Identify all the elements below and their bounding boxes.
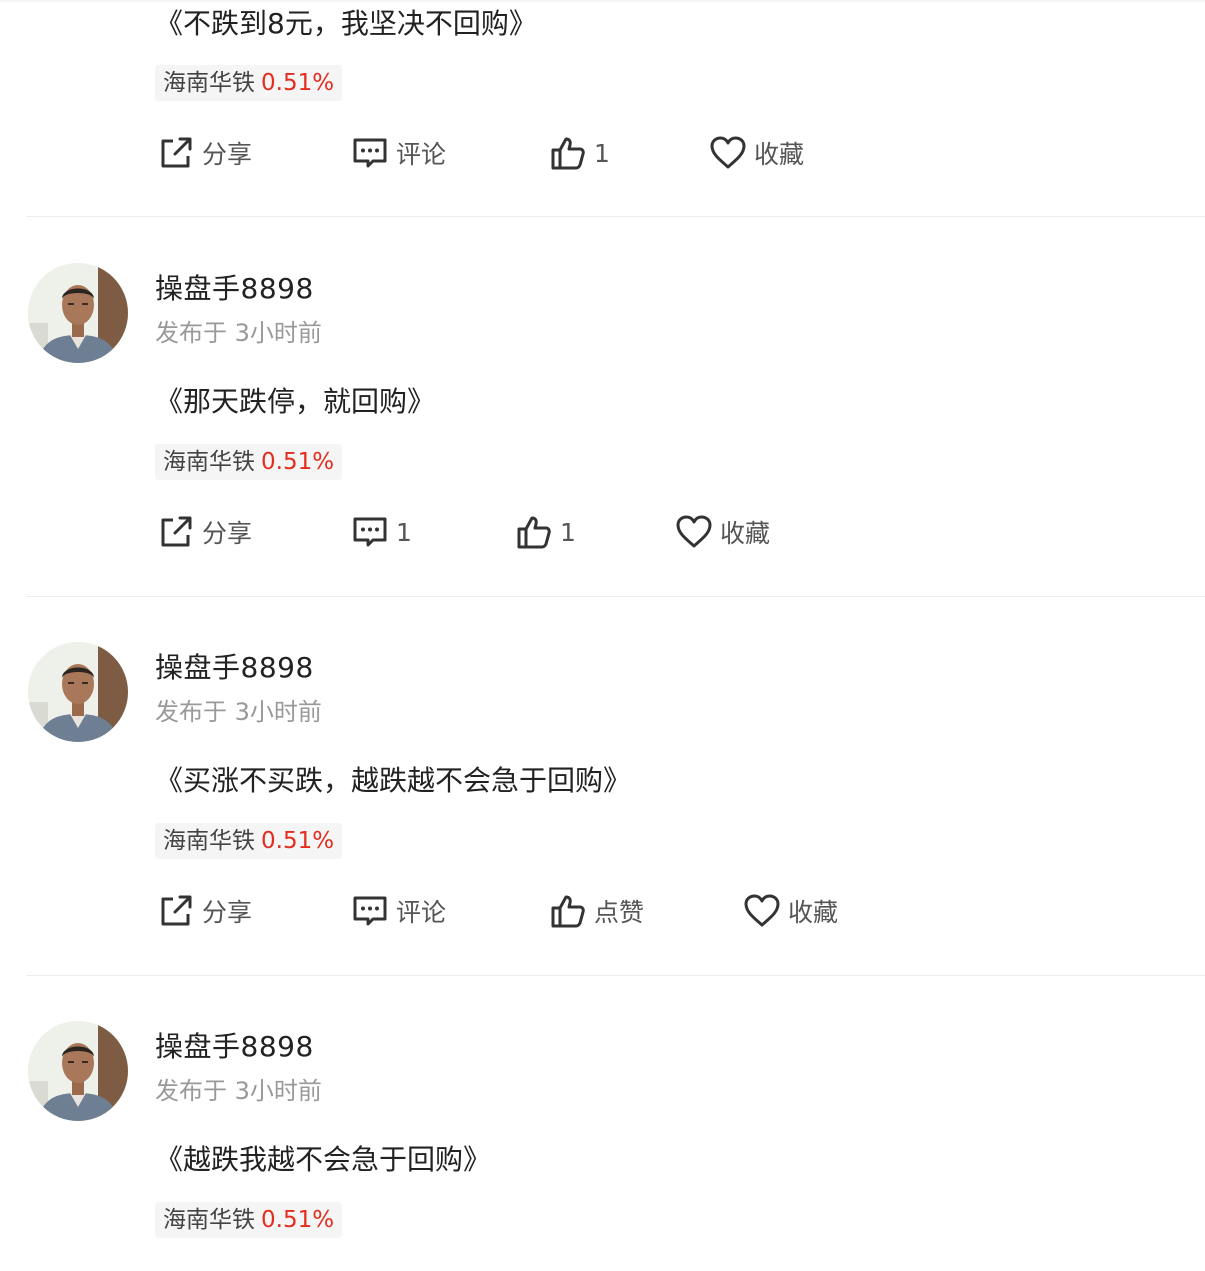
post-card: 操盘手8898 发布于 3小时前 《越跌我越不会急于回购》 海南华铁 0.51%: [26, 976, 1205, 1271]
like-count: 1: [594, 138, 610, 168]
avatar[interactable]: [28, 642, 128, 742]
post-time: 发布于 3小时前: [155, 698, 322, 726]
comment-icon: [353, 517, 387, 547]
share-button[interactable]: 分享: [158, 512, 252, 552]
stock-change: 0.51%: [261, 1207, 335, 1233]
favorite-label: 收藏: [754, 140, 805, 169]
stock-change: 0.51%: [261, 70, 335, 96]
comment-button[interactable]: 评论: [352, 891, 446, 931]
comment-button[interactable]: 1: [352, 512, 412, 552]
heart-icon: [744, 894, 780, 927]
username[interactable]: 操盘手8898: [155, 267, 314, 307]
post-time: 发布于 3小时前: [155, 1077, 322, 1105]
share-label: 分享: [202, 140, 253, 169]
post-card: 操盘手8898 发布于 3小时前 《买涨不买跌，越跌越不会急于回购》 海南华铁 0…: [26, 597, 1205, 976]
username[interactable]: 操盘手8898: [155, 1025, 314, 1065]
person-avatar-image: [28, 642, 128, 742]
stock-name: 海南华铁: [163, 70, 255, 96]
post-content[interactable]: 《那天跌停，就回购》: [155, 380, 435, 420]
stock-tag[interactable]: 海南华铁 0.51%: [155, 1202, 343, 1238]
post-content[interactable]: 《不跌到8元，我坚决不回购》: [155, 2, 537, 42]
post-card: 《不跌到8元，我坚决不回购》 海南华铁 0.51% 分享 评论 1 收藏: [26, 0, 1205, 217]
avatar[interactable]: [28, 263, 128, 363]
post-card: 操盘手8898 发布于 3小时前 《那天跌停，就回购》 海南华铁 0.51% 分享…: [26, 217, 1205, 597]
comment-label: 评论: [396, 898, 447, 927]
stock-tag[interactable]: 海南华铁 0.51%: [155, 65, 343, 101]
share-icon: [161, 895, 192, 926]
share-icon: [161, 516, 192, 547]
stock-tag[interactable]: 海南华铁 0.51%: [155, 823, 343, 859]
post-content[interactable]: 《越跌我越不会急于回购》: [155, 1138, 491, 1178]
thumbs-up-icon: [551, 137, 585, 170]
stock-tag[interactable]: 海南华铁 0.51%: [155, 444, 343, 480]
thumbs-up-icon: [551, 895, 585, 928]
avatar[interactable]: [28, 1021, 128, 1121]
favorite-button[interactable]: 收藏: [744, 891, 838, 931]
heart-icon: [710, 136, 746, 169]
stock-change: 0.51%: [261, 828, 335, 854]
stock-name: 海南华铁: [163, 1207, 255, 1233]
share-icon: [161, 137, 192, 168]
comment-icon: [353, 138, 387, 168]
like-label: 点赞: [594, 898, 645, 927]
comment-label: 评论: [396, 140, 447, 169]
share-button[interactable]: 分享: [158, 133, 252, 173]
favorite-label: 收藏: [720, 519, 771, 548]
thumbs-up-icon: [517, 516, 551, 549]
favorite-label: 收藏: [788, 898, 839, 927]
post-time: 发布于 3小时前: [155, 319, 322, 347]
person-avatar-image: [28, 1021, 128, 1121]
like-button[interactable]: 1: [516, 512, 576, 552]
share-button[interactable]: 分享: [158, 891, 252, 931]
comment-count: 1: [396, 517, 412, 547]
like-button[interactable]: 点赞: [550, 891, 644, 931]
favorite-button[interactable]: 收藏: [710, 133, 804, 173]
comment-button[interactable]: 评论: [352, 133, 446, 173]
post-content[interactable]: 《买涨不买跌，越跌越不会急于回购》: [155, 759, 631, 799]
like-button[interactable]: 1: [550, 133, 610, 173]
post-actions: 分享 1 1 收藏: [158, 512, 1058, 552]
heart-icon: [676, 515, 712, 548]
comment-icon: [353, 896, 387, 926]
username[interactable]: 操盘手8898: [155, 646, 314, 686]
stock-name: 海南华铁: [163, 828, 255, 854]
share-label: 分享: [202, 898, 253, 927]
favorite-button[interactable]: 收藏: [676, 512, 770, 552]
stock-change: 0.51%: [261, 449, 335, 475]
post-actions: 分享 评论 点赞 收藏: [158, 891, 1058, 931]
post-actions: 分享 评论 1 收藏: [158, 133, 1058, 173]
share-label: 分享: [202, 519, 253, 548]
stock-name: 海南华铁: [163, 449, 255, 475]
like-count: 1: [560, 517, 576, 547]
person-avatar-image: [28, 263, 128, 363]
